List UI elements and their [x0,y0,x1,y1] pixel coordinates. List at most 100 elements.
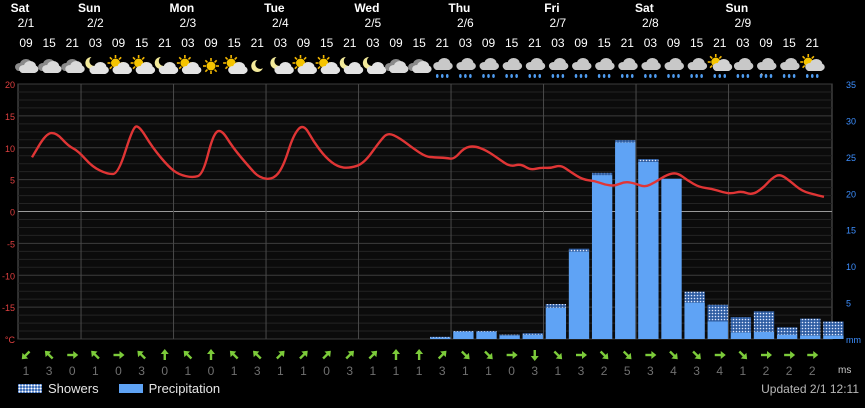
cloud-part [713,66,731,71]
shower-bar [476,330,497,332]
rain-drop [759,74,763,78]
hour-label: 09 [482,36,496,50]
rain-drop [625,74,629,78]
hour-label: 03 [459,36,473,50]
sun-cloud-icon [176,55,202,74]
rain-drop [782,74,786,78]
day-date: 2/9 [735,16,752,30]
wind-arrow-icon [506,351,518,359]
rain-icon [780,58,800,78]
wind-speed-label: 3 [693,364,700,378]
day-date: 2/6 [457,16,474,30]
left-tick-label: 20 [5,80,15,90]
rain-icon [595,58,615,78]
sun-ray [709,55,713,60]
cloud-part [665,65,683,70]
rain-drop [695,74,698,78]
wind-speed-label: 3 [647,364,654,378]
precipitation-bar [661,178,682,339]
day-date: 2/3 [180,16,197,30]
shower-bar [499,334,520,336]
sun-cloud-icon [107,55,132,74]
wind-arrow-head [720,351,726,359]
precipitation-bar [753,331,775,339]
right-tick-label: 35 [846,80,856,90]
rain-drop [574,74,578,78]
shower-bar [776,327,798,335]
moon-cloud-icon [362,56,387,74]
wind-arrow-head [813,351,819,359]
wind-arrow-icon [253,350,262,360]
wind-arrow-icon [784,351,796,359]
sun-ray [213,59,218,64]
sun-ray [224,65,229,70]
sun-ray [317,65,321,70]
updated-timestamp: Updated 2/1 12:11 [761,382,859,396]
cloud-part [66,68,84,73]
wind-arrow-icon [67,351,79,359]
precipitation-swatch [118,384,143,393]
rain-drop [620,74,624,78]
wind-speed-label: 0 [208,364,215,378]
cloud-part [229,69,247,74]
weather-meteogram: Sat 2/1 Sun 2/2 Mon 2/3 Tue 2/4 Wed 2/5 Thu 2/6 Fri 2… [0,0,865,403]
cloud-part [688,65,706,70]
hour-label: 21 [621,36,635,50]
wind-speed-label: 2 [601,364,608,378]
wind-arrow-icon [183,350,193,360]
cloud-part [367,69,385,74]
day-date: 2/7 [550,16,567,30]
cloud-part [619,65,637,70]
shower-bar [453,330,474,332]
rain-drop [440,74,444,78]
wind-speed-label: 1 [462,364,469,378]
cloudy-icon [38,59,62,73]
day-name: Sun [78,1,101,15]
day-date: 2/1 [18,16,35,30]
rain-drop [607,74,611,78]
cloudy-icon [408,59,432,73]
wind-speed-label: 3 [578,364,585,378]
rain-icon [548,58,569,78]
wind-arrow-icon [137,350,147,360]
rain-drop [649,74,652,78]
wind-arrow-icon [622,350,632,360]
wind-unit-label: ms [838,365,851,376]
right-tick-label: 20 [846,189,856,199]
wind-speed-label: 4 [670,364,677,378]
right-tick-label: 5 [846,299,851,309]
day-date: 2/5 [365,16,382,30]
cloud-part [390,68,407,73]
right-tick-label: 25 [846,153,856,163]
cloudy-icon [15,59,39,73]
header-layer: Sat2/1Sun2/2Mon2/3Tue2/4Wed2/5Thu2/6Fri2… [11,1,825,81]
sun-cloud-icon [223,55,248,74]
sun-icon [203,58,219,74]
wind-arrow-icon [576,351,587,359]
precipitation-bar [707,321,728,339]
precipitation-bar [800,335,821,339]
moon-shadow [255,59,266,69]
shower-bar [638,159,659,162]
cloudy-icon [61,59,85,73]
hour-label: 15 [227,36,241,50]
legend: Showers Precipitation [18,381,240,396]
hour-label: 03 [89,36,103,50]
wind-speed-label: 1 [231,364,238,378]
rain-drop [505,74,508,78]
hour-label: 09 [112,36,126,50]
rain-icon [733,58,754,78]
sun-ray [303,56,307,61]
cloud-part [90,69,108,74]
shower-bar [684,291,705,303]
cloud-part [182,69,200,74]
shower-bar [615,140,636,143]
hour-label: 21 [528,36,542,50]
wind-arrow-icon [44,350,54,360]
cloud-part [344,69,362,74]
rain-drop [464,74,467,78]
wind-speed-label: 0 [323,364,330,378]
wind-speed-label: 3 [346,364,353,378]
snow-rain-icon: * [757,58,777,81]
rain-icon [433,58,453,78]
